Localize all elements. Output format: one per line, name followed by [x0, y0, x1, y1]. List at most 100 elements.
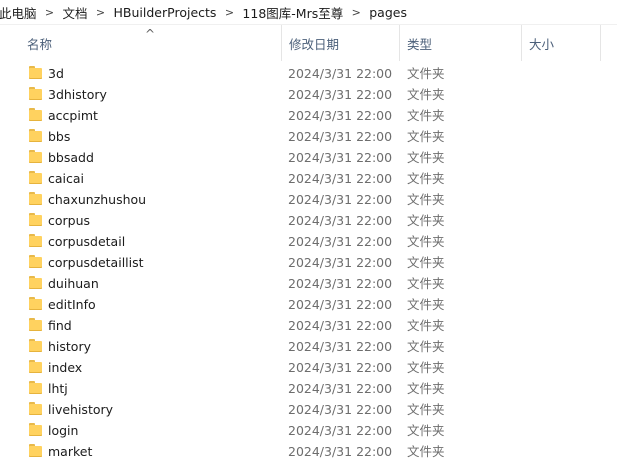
- file-row[interactable]: duihuan 2024/3/31 22:00 文件夹: [0, 273, 617, 294]
- file-modified-date: 2024/3/31 22:00: [288, 213, 393, 228]
- folder-icon: [29, 234, 42, 247]
- file-row[interactable]: corpusdetail 2024/3/31 22:00 文件夹: [0, 231, 617, 252]
- file-row[interactable]: lhtj 2024/3/31 22:00 文件夹: [0, 378, 617, 399]
- file-name[interactable]: history: [48, 338, 91, 355]
- breadcrumb-item[interactable]: 文档: [62, 3, 89, 22]
- folder-icon: [29, 339, 42, 352]
- folder-icon: [29, 318, 42, 331]
- file-row[interactable]: editInfo 2024/3/31 22:00 文件夹: [0, 294, 617, 315]
- breadcrumb-separator-icon[interactable]: >: [217, 6, 241, 19]
- file-name[interactable]: 3dhistory: [48, 86, 107, 103]
- file-modified-date: 2024/3/31 22:00: [288, 381, 393, 396]
- file-type: 文件夹: [407, 276, 445, 291]
- file-row[interactable]: corpusdetaillist 2024/3/31 22:00 文件夹: [0, 252, 617, 273]
- file-row[interactable]: accpimt 2024/3/31 22:00 文件夹: [0, 105, 617, 126]
- folder-icon: [29, 66, 42, 79]
- file-name[interactable]: find: [48, 317, 72, 334]
- file-type: 文件夹: [407, 255, 445, 270]
- file-row[interactable]: bbs 2024/3/31 22:00 文件夹: [0, 126, 617, 147]
- file-type: 文件夹: [407, 381, 445, 396]
- folder-icon: [29, 108, 42, 121]
- file-type: 文件夹: [407, 360, 445, 375]
- file-modified-date: 2024/3/31 22:00: [288, 276, 393, 291]
- file-name[interactable]: chaxunzhushou: [48, 191, 146, 208]
- file-row[interactable]: login 2024/3/31 22:00 文件夹: [0, 420, 617, 441]
- file-type: 文件夹: [407, 339, 445, 354]
- folder-icon: [29, 87, 42, 100]
- file-name[interactable]: login: [48, 422, 78, 439]
- sort-ascending-icon: ^: [145, 27, 156, 41]
- column-header-bar: 名称 ^ 修改日期 类型 大小: [0, 25, 617, 61]
- file-name[interactable]: bbs: [48, 128, 70, 145]
- breadcrumb-item[interactable]: 此电脑: [0, 3, 38, 22]
- folder-icon: [29, 171, 42, 184]
- file-modified-date: 2024/3/31 22:00: [288, 150, 393, 165]
- file-name[interactable]: lhtj: [48, 380, 68, 397]
- breadcrumb-item[interactable]: HBuilderProjects: [113, 5, 218, 20]
- breadcrumb: 此电脑 > 文档 > HBuilderProjects >118图库-Mrs至尊 > page…: [0, 0, 617, 25]
- file-type: 文件夹: [407, 423, 445, 438]
- file-name[interactable]: accpimt: [48, 107, 98, 124]
- file-name[interactable]: market: [48, 443, 92, 460]
- file-row[interactable]: caicai 2024/3/31 22:00 文件夹: [0, 168, 617, 189]
- file-name[interactable]: index: [48, 359, 82, 376]
- file-modified-date: 2024/3/31 22:00: [288, 255, 393, 270]
- folder-icon: [29, 192, 42, 205]
- folder-icon: [29, 360, 42, 373]
- file-row[interactable]: 3d 2024/3/31 22:00 文件夹: [0, 63, 617, 84]
- file-list: 3d 2024/3/31 22:00 文件夹 3dhistory 2024/3/31 2…: [0, 63, 617, 462]
- file-type: 文件夹: [407, 66, 445, 81]
- file-type: 文件夹: [407, 297, 445, 312]
- file-modified-date: 2024/3/31 22:00: [288, 234, 393, 249]
- file-name[interactable]: corpusdetaillist: [48, 254, 144, 271]
- folder-icon: [29, 213, 42, 226]
- file-modified-date: 2024/3/31 22:00: [288, 339, 393, 354]
- file-name[interactable]: 3d: [48, 65, 64, 82]
- folder-icon: [29, 276, 42, 289]
- folder-icon: [29, 381, 42, 394]
- file-type: 文件夹: [407, 234, 445, 249]
- file-type: 文件夹: [407, 129, 445, 144]
- file-modified-date: 2024/3/31 22:00: [288, 171, 393, 186]
- file-name[interactable]: bbsadd: [48, 149, 94, 166]
- file-type: 文件夹: [407, 87, 445, 102]
- file-name[interactable]: corpus: [48, 212, 90, 229]
- file-modified-date: 2024/3/31 22:00: [288, 360, 393, 375]
- column-header-size[interactable]: 大小: [521, 25, 601, 61]
- folder-icon: [29, 444, 42, 457]
- breadcrumb-item[interactable]: 118图库-Mrs至尊: [241, 3, 344, 22]
- folder-icon: [29, 402, 42, 415]
- file-row[interactable]: livehistory 2024/3/31 22:00 文件夹: [0, 399, 617, 420]
- file-row[interactable]: chaxunzhushou 2024/3/31 22:00 文件夹: [0, 189, 617, 210]
- file-modified-date: 2024/3/31 22:00: [288, 297, 393, 312]
- file-row[interactable]: corpus 2024/3/31 22:00 文件夹: [0, 210, 617, 231]
- file-name[interactable]: editInfo: [48, 296, 96, 313]
- file-row[interactable]: bbsadd 2024/3/31 22:00 文件夹: [0, 147, 617, 168]
- breadcrumb-separator-icon[interactable]: >: [344, 6, 368, 19]
- file-type: 文件夹: [407, 213, 445, 228]
- file-row[interactable]: market 2024/3/31 22:00 文件夹: [0, 441, 617, 462]
- breadcrumb-separator-icon[interactable]: >: [38, 6, 62, 19]
- file-type: 文件夹: [407, 402, 445, 417]
- file-modified-date: 2024/3/31 22:00: [288, 444, 393, 459]
- file-type: 文件夹: [407, 318, 445, 333]
- file-row[interactable]: history 2024/3/31 22:00 文件夹: [0, 336, 617, 357]
- file-name[interactable]: caicai: [48, 170, 84, 187]
- file-name[interactable]: livehistory: [48, 401, 113, 418]
- file-name[interactable]: duihuan: [48, 275, 99, 292]
- file-modified-date: 2024/3/31 22:00: [288, 192, 393, 207]
- file-row[interactable]: index 2024/3/31 22:00 文件夹: [0, 357, 617, 378]
- file-modified-date: 2024/3/31 22:00: [288, 108, 393, 123]
- breadcrumb-item[interactable]: pages: [368, 5, 408, 20]
- folder-icon: [29, 297, 42, 310]
- column-header-type[interactable]: 类型: [399, 25, 521, 61]
- folder-icon: [29, 129, 42, 142]
- folder-icon: [29, 255, 42, 268]
- file-row[interactable]: find 2024/3/31 22:00 文件夹: [0, 315, 617, 336]
- file-row[interactable]: 3dhistory 2024/3/31 22:00 文件夹: [0, 84, 617, 105]
- file-type: 文件夹: [407, 150, 445, 165]
- file-type: 文件夹: [407, 171, 445, 186]
- column-header-date[interactable]: 修改日期: [281, 25, 399, 61]
- breadcrumb-separator-icon[interactable]: >: [89, 6, 113, 19]
- file-name[interactable]: corpusdetail: [48, 233, 125, 250]
